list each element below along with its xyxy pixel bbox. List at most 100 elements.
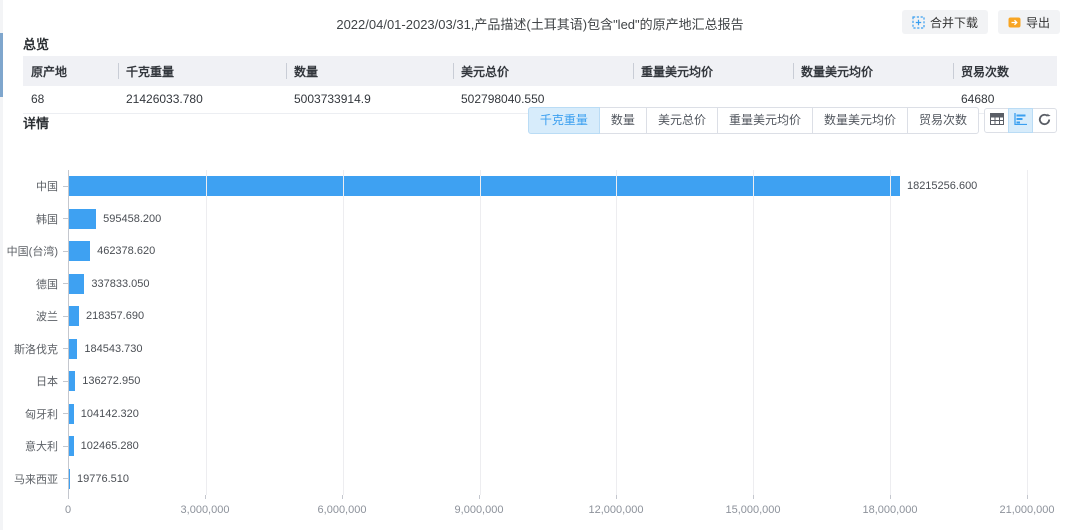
x-axis-tick-mark [342, 495, 343, 499]
x-axis-tick-mark [616, 495, 617, 499]
table-view-button[interactable] [984, 108, 1009, 133]
cell-kg-weight: 21426033.780 [118, 86, 286, 113]
tab-trade-count[interactable]: 贸易次数 [907, 107, 979, 134]
overview-section-label: 总览 [23, 34, 49, 53]
chart-bar-row: 102465.280 [69, 430, 1027, 463]
chart-bar-row: 184543.730 [69, 333, 1027, 366]
chart-y-axis-labels: 中国韩国中国(台湾)德国波兰斯洛伐克日本匈牙利意大利马来西亚 [0, 170, 68, 495]
chart-bar[interactable] [69, 339, 77, 359]
refresh-icon [1038, 113, 1051, 129]
chart-gridline [753, 170, 754, 495]
chart-bar[interactable] [69, 436, 74, 456]
chart-bar[interactable] [69, 371, 75, 391]
x-axis-tick-label: 18,000,000 [862, 504, 917, 516]
col-origin: 原产地 [23, 56, 118, 86]
export-icon [1008, 16, 1021, 29]
merge-download-button[interactable]: 合并下载 [902, 10, 988, 34]
tab-weight-usd-avg[interactable]: 重量美元均价 [717, 107, 813, 134]
x-axis-tick-mark [479, 495, 480, 499]
x-axis-tick-mark [205, 495, 206, 499]
export-button[interactable]: 导出 [998, 10, 1060, 34]
chart-gridline [206, 170, 207, 495]
chart-bar-row: 18215256.600 [69, 170, 1027, 203]
chart-bar-row: 337833.050 [69, 268, 1027, 301]
report-page: 2022/04/01-2023/03/31,产品描述(土耳其语)包含"led"的… [0, 0, 1080, 530]
col-usd-total: 美元总价 [453, 56, 633, 86]
tab-usd-total[interactable]: 美元总价 [646, 107, 718, 134]
chart-gridline [1027, 170, 1028, 495]
x-axis-tick-mark [753, 495, 754, 499]
bar-value-label: 102465.280 [81, 440, 139, 452]
chart-bar[interactable] [69, 176, 900, 196]
cell-quantity: 5003733914.9 [286, 86, 453, 113]
chart-bar-row: 595458.200 [69, 203, 1027, 236]
table-view-icon [990, 113, 1004, 128]
chart-gridline [343, 170, 344, 495]
category-label: 斯洛伐克 [0, 333, 68, 366]
category-label: 意大利 [0, 430, 68, 463]
chart-bar-row: 218357.690 [69, 300, 1027, 333]
view-toggle-group [984, 108, 1057, 133]
chart-plot: 18215256.600 595458.200 462378.620 337833.0… [68, 170, 1027, 495]
cell-origin: 68 [23, 86, 118, 113]
bar-value-label: 595458.200 [103, 213, 161, 225]
overview-table: 原产地 千克重量 数量 美元总价 重量美元均价 数量美元均价 贸易次数 68 2… [23, 56, 1057, 114]
chart-bar[interactable] [69, 404, 74, 424]
merge-icon [912, 16, 925, 29]
category-label: 韩国 [0, 203, 68, 236]
bar-value-label: 104142.320 [81, 408, 139, 420]
category-label: 日本 [0, 365, 68, 398]
origin-bar-chart: 中国韩国中国(台湾)德国波兰斯洛伐克日本匈牙利意大利马来西亚 18215256.… [0, 165, 1080, 530]
chart-bar[interactable] [69, 209, 96, 229]
metric-tabs: 千克重量 数量 美元总价 重量美元均价 数量美元均价 贸易次数 [528, 107, 979, 134]
bar-value-label: 18215256.600 [907, 180, 977, 192]
category-label: 匈牙利 [0, 398, 68, 431]
left-scrollbar-thumb[interactable] [0, 33, 3, 97]
bar-value-label: 218357.690 [86, 310, 144, 322]
x-axis-tick-label: 12,000,000 [588, 504, 643, 516]
bar-chart-view-icon [1014, 113, 1027, 128]
x-axis-tick-mark [1027, 495, 1028, 499]
chart-bar-row: 136272.950 [69, 365, 1027, 398]
tab-kg-weight[interactable]: 千克重量 [528, 107, 600, 134]
chart-bar-row: 462378.620 [69, 235, 1027, 268]
chart-gridline [890, 170, 891, 495]
bar-value-label: 462378.620 [97, 245, 155, 257]
chart-bar[interactable] [69, 306, 79, 326]
col-qty-usd-avg: 数量美元均价 [793, 56, 953, 86]
chart-bar-row: 19776.510 [69, 463, 1027, 496]
col-kg-weight: 千克重量 [118, 56, 286, 86]
export-label: 导出 [1026, 14, 1050, 31]
chart-x-axis: 03,000,0006,000,0009,000,00012,000,00015… [68, 495, 1027, 530]
chart-gridline [480, 170, 481, 495]
category-label: 中国 [0, 170, 68, 203]
bar-value-label: 184543.730 [84, 343, 142, 355]
category-label: 中国(台湾) [0, 235, 68, 268]
x-axis-tick-label: 15,000,000 [725, 504, 780, 516]
col-trade-count: 贸易次数 [953, 56, 1057, 86]
bar-chart-view-button[interactable] [1008, 108, 1033, 133]
bar-value-label: 19776.510 [77, 473, 129, 485]
x-axis-tick-label: 9,000,000 [455, 504, 504, 516]
tab-qty-usd-avg[interactable]: 数量美元均价 [812, 107, 908, 134]
merge-download-label: 合并下载 [930, 14, 978, 31]
chart-bar[interactable] [69, 241, 90, 261]
refresh-button[interactable] [1032, 108, 1057, 133]
category-label: 波兰 [0, 300, 68, 333]
tab-quantity[interactable]: 数量 [599, 107, 647, 134]
category-label: 德国 [0, 268, 68, 301]
bar-value-label: 136272.950 [82, 375, 140, 387]
chart-bar[interactable] [69, 274, 84, 294]
col-quantity: 数量 [286, 56, 453, 86]
x-axis-tick-label: 21,000,000 [999, 504, 1054, 516]
x-axis-tick-label: 6,000,000 [318, 504, 367, 516]
chart-bar[interactable] [69, 469, 70, 489]
category-label: 马来西亚 [0, 463, 68, 496]
x-axis-tick-mark [68, 495, 69, 499]
chart-bar-row: 104142.320 [69, 398, 1027, 431]
chart-gridline [616, 170, 617, 495]
x-axis-tick-label: 0 [65, 504, 71, 516]
header-buttons: 合并下载 导出 [902, 10, 1060, 34]
col-weight-usd-avg: 重量美元均价 [633, 56, 793, 86]
x-axis-tick-mark [890, 495, 891, 499]
